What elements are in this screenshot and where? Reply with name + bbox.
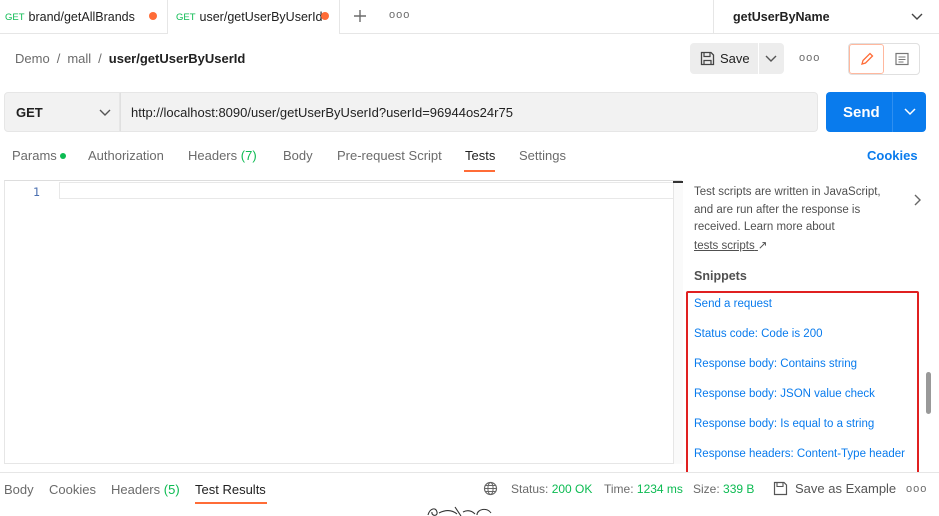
response-headers-label: Headers	[111, 482, 161, 497]
edit-toggle[interactable]	[849, 44, 884, 74]
documentation-toggle[interactable]	[884, 44, 919, 74]
environment-selector[interactable]: getUserByName	[713, 0, 939, 34]
tab-headers-label: Headers	[188, 148, 238, 163]
save-icon	[700, 51, 715, 66]
size-label: Size:	[693, 482, 720, 496]
tab-authorization[interactable]: Authorization	[88, 148, 164, 163]
breadcrumb-request[interactable]: user/getUserByUserId	[109, 51, 246, 66]
more-actions-button[interactable]: ooo	[799, 52, 820, 64]
save-label: Save	[720, 51, 750, 66]
response-more-button[interactable]: ooo	[906, 483, 927, 495]
chevron-down-icon	[911, 13, 923, 20]
highlight-box	[686, 291, 919, 476]
tab-brand-getallbrands[interactable]: GET brand/getAllBrands	[0, 0, 167, 34]
environment-label: getUserByName	[733, 10, 830, 24]
response-tab-headers[interactable]: Headers (5)	[111, 482, 180, 497]
active-tab-underline	[195, 502, 267, 504]
tab-label: brand/getAllBrands	[28, 10, 135, 24]
chevron-down-icon	[99, 109, 111, 116]
time-readout: Time: 1234 ms	[604, 482, 683, 496]
divider	[758, 43, 759, 74]
loading-illustration	[427, 506, 492, 516]
time-value: 1234 ms	[636, 482, 683, 496]
panel-description: Test scripts are written in JavaScript, …	[694, 186, 881, 233]
status-readout: Status: 200 OK	[511, 482, 592, 496]
send-label: Send	[843, 103, 880, 121]
plus-icon[interactable]	[353, 9, 367, 23]
breadcrumb-workspace[interactable]: Demo	[15, 51, 50, 66]
active-tab-underline	[464, 170, 495, 172]
send-button[interactable]: Send	[826, 92, 926, 132]
tests-scripts-link[interactable]: tests scripts ↗	[694, 238, 768, 252]
response-headers-count: (5)	[163, 482, 180, 497]
tab-params-label: Params	[12, 148, 57, 163]
response-tab-test-results[interactable]: Test Results	[195, 482, 266, 497]
unsaved-dot	[321, 12, 329, 20]
tab-more-button[interactable]: ooo	[389, 9, 410, 21]
tab-user-getuserbyuserid[interactable]: GET user/getUserByUserId	[167, 0, 340, 34]
tab-settings[interactable]: Settings	[519, 148, 566, 163]
globe-icon[interactable]	[483, 481, 498, 496]
method-value: GET	[16, 104, 43, 120]
response-tab-body[interactable]: Body	[4, 482, 34, 497]
sidebar-toggle-group	[848, 43, 920, 75]
tab-pre-request-script[interactable]: Pre-request Script	[337, 148, 442, 163]
tab-method: GET	[5, 11, 25, 23]
time-label: Time:	[604, 482, 634, 496]
snippets-heading: Snippets	[694, 269, 747, 283]
tests-scripts-link-label: tests scripts	[694, 240, 755, 252]
breadcrumb-separator: /	[56, 51, 61, 66]
doc-icon	[894, 52, 909, 66]
url-input[interactable]: http://localhost:8090/user/getUserByUser…	[120, 92, 818, 132]
panel-scrollbar-thumb[interactable]	[926, 372, 931, 414]
breadcrumb-collection[interactable]: mall	[67, 51, 91, 66]
chevron-down-icon[interactable]	[765, 54, 777, 64]
size-readout: Size: 339 B	[693, 482, 754, 496]
request-tab-bar: GET brand/getAllBrands GET user/getUserB…	[0, 0, 939, 34]
params-indicator-dot	[59, 152, 66, 159]
chevron-down-icon[interactable]	[904, 107, 916, 117]
external-link-icon: ↗	[757, 240, 768, 252]
url-value: http://localhost:8090/user/getUserByUser…	[131, 104, 513, 120]
tab-body[interactable]: Body	[283, 148, 313, 163]
save-example-icon	[773, 481, 788, 496]
method-select[interactable]: GET	[4, 92, 120, 132]
tab-params[interactable]: Params	[12, 148, 66, 163]
pencil-icon	[860, 52, 873, 65]
chevron-right-icon[interactable]	[913, 194, 923, 206]
breadcrumb-separator: /	[98, 51, 102, 66]
save-as-example-button[interactable]: Save as Example	[795, 481, 896, 496]
cookies-link[interactable]: Cookies	[867, 148, 918, 163]
save-button[interactable]: Save	[690, 43, 784, 74]
tab-headers[interactable]: Headers (7)	[188, 148, 257, 163]
divider	[892, 92, 893, 132]
size-value: 339 B	[723, 482, 755, 496]
editor-scrollbar-thumb[interactable]	[673, 181, 683, 183]
status-value: 200 OK	[551, 482, 593, 496]
breadcrumb: Demo / mall / user/getUserByUserId	[15, 51, 245, 66]
line-number: 1	[33, 185, 40, 199]
status-label: Status:	[511, 482, 549, 496]
unsaved-dot	[149, 12, 157, 20]
headers-count: (7)	[240, 148, 257, 163]
current-line[interactable]	[59, 182, 683, 199]
response-tab-cookies[interactable]: Cookies	[49, 482, 96, 497]
editor-scrollbar[interactable]	[673, 181, 683, 464]
tab-method: GET	[176, 11, 196, 23]
test-script-editor[interactable]: 1	[4, 180, 683, 464]
tab-label: user/getUserByUserId	[199, 10, 323, 24]
tab-tests[interactable]: Tests	[465, 148, 495, 163]
